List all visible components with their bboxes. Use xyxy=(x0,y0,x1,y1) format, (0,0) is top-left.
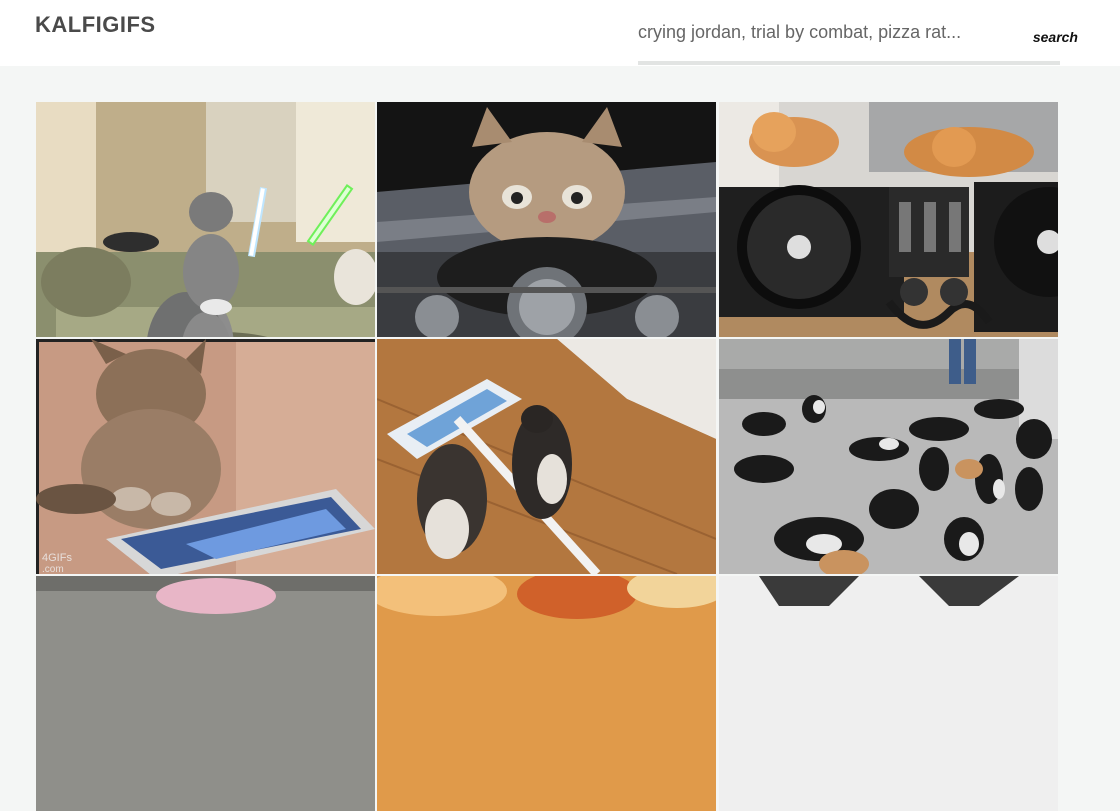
search-bar: search xyxy=(638,14,1078,66)
site-logo[interactable]: KALFIGIFS xyxy=(35,12,156,38)
gif-tile-row3-right[interactable] xyxy=(719,576,1058,811)
gif-thumbnail: 4GIFs .com xyxy=(36,339,375,574)
site-header: KALFIGIFS search xyxy=(0,0,1120,66)
gif-thumbnail xyxy=(377,102,716,337)
gif-tile-dj-cats[interactable] xyxy=(719,102,1058,337)
search-button[interactable]: search xyxy=(1033,29,1078,45)
gif-tile-row3-left[interactable] xyxy=(36,576,375,811)
gif-thumbnail xyxy=(719,102,1058,337)
gif-tile-mop-kittens[interactable] xyxy=(377,339,716,574)
gif-tile-row3-middle[interactable] xyxy=(377,576,716,811)
search-underline xyxy=(638,61,1060,65)
gif-thumbnail xyxy=(377,339,716,574)
gif-tile-cat-herd[interactable] xyxy=(719,339,1058,574)
gif-tile-motorcycle-cat[interactable] xyxy=(377,102,716,337)
svg-text:.com: .com xyxy=(42,564,64,574)
gif-tile-tablet-kitten[interactable]: 4GIFs .com xyxy=(36,339,375,574)
gif-thumbnail xyxy=(719,576,1058,811)
gif-thumbnail xyxy=(36,576,375,811)
gif-thumbnail xyxy=(719,339,1058,574)
gif-thumbnail xyxy=(377,576,716,811)
svg-text:4GIFs: 4GIFs xyxy=(42,552,72,564)
gif-tile-lightsaber-cats[interactable] xyxy=(36,102,375,337)
gif-thumbnail xyxy=(36,102,375,337)
search-input[interactable] xyxy=(638,14,1018,50)
